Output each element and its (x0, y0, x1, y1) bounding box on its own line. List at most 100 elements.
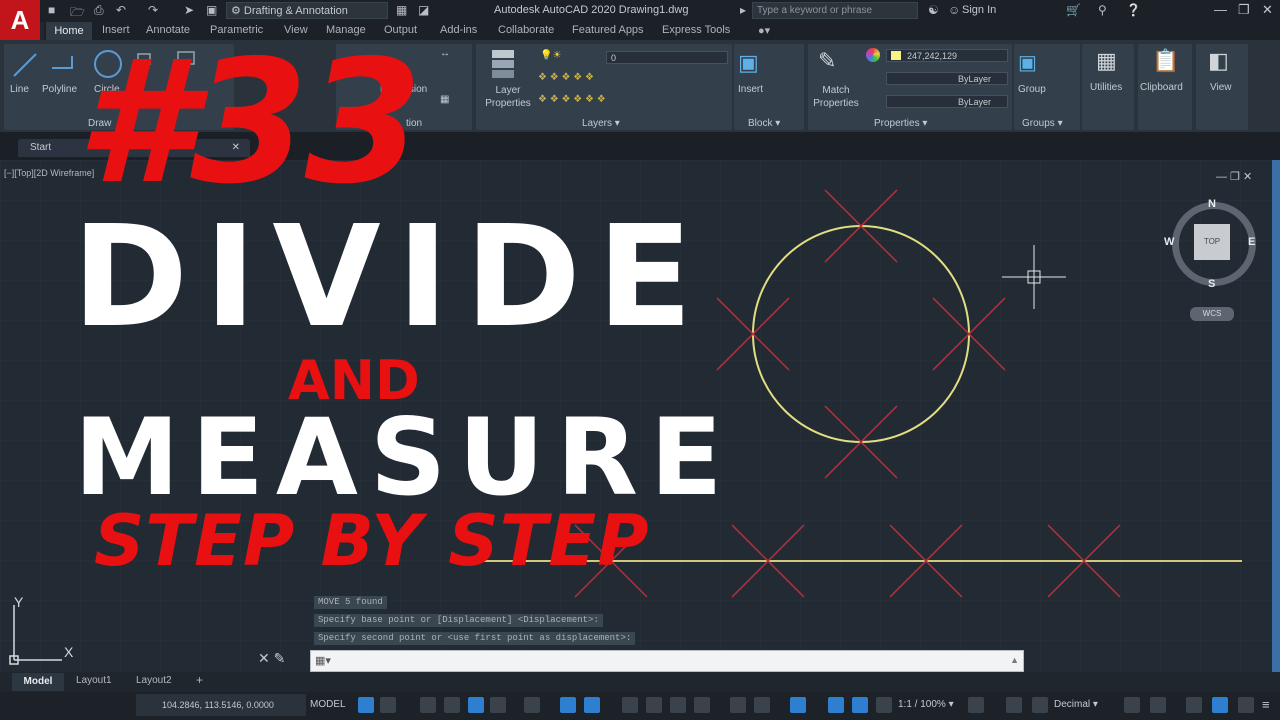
tab-layout2[interactable]: Layout2 (136, 675, 172, 686)
utilities-button[interactable]: Utilities (1090, 82, 1122, 93)
save-icon[interactable]: ▣ (206, 3, 217, 19)
group-button[interactable]: Group (1018, 84, 1046, 95)
model-space-button[interactable]: MODEL (310, 699, 346, 710)
minimize-button[interactable]: — (1214, 2, 1227, 17)
command-line-tools[interactable]: ✕ ✎ (258, 650, 285, 667)
tab-collaborate[interactable]: Collaborate (498, 24, 554, 36)
polyline-tool[interactable]: Polyline (42, 84, 77, 95)
layer-properties-button[interactable]: Layer Properties (484, 84, 532, 110)
calculator-icon[interactable]: ▦ (1096, 48, 1117, 74)
binoculars-icon[interactable]: ☯ (928, 3, 939, 19)
units-dropdown[interactable]: Decimal ▾ (1054, 699, 1098, 710)
graphics-performance-icon[interactable] (1212, 697, 1228, 713)
coordinates-readout[interactable]: 104.2846, 113.5146, 0.0000 (136, 694, 306, 716)
connect-icon[interactable]: ⚲ (1098, 3, 1107, 19)
quick-properties-icon[interactable] (1124, 697, 1140, 713)
wcs-menu[interactable]: WCS (1190, 307, 1234, 321)
auto-scale-icon[interactable] (852, 697, 868, 713)
linear-dim-icon[interactable]: ↔ (440, 48, 450, 59)
redo-icon[interactable]: ↷ (148, 3, 158, 19)
compass-west-label: W (1164, 236, 1175, 248)
table-icon[interactable]: ▦ (440, 94, 449, 105)
properties-panel-label[interactable]: Properties ▾ (874, 118, 927, 129)
units-icon[interactable] (1032, 697, 1048, 713)
new-file-icon[interactable]: ■ (48, 3, 55, 19)
tab-layout1[interactable]: Layout1 (76, 675, 112, 686)
line-tool[interactable]: Line (10, 84, 29, 95)
layer-state-icon[interactable]: ◪ (418, 3, 429, 19)
gizmo-icon[interactable] (790, 697, 806, 713)
selection-filter-icon[interactable] (754, 697, 770, 713)
isolate-objects-icon[interactable] (1186, 697, 1202, 713)
layer-tools-row1-icon[interactable]: ❖ ❖ ❖ ❖ ❖ (538, 72, 594, 83)
open-folder-icon[interactable]: 🗁 (70, 3, 85, 19)
color-wheel-icon[interactable] (866, 48, 880, 62)
search-arrow-icon[interactable]: ▸ (740, 3, 746, 19)
cart-icon[interactable]: 🛒 (1066, 3, 1081, 19)
dynamic-ucs-icon[interactable] (730, 697, 746, 713)
print-icon[interactable]: ⎙ (94, 3, 104, 19)
customization-menu-icon[interactable]: ≡ (1262, 697, 1270, 712)
annotation-monitor-icon[interactable] (1006, 697, 1022, 713)
workspace-dropdown[interactable]: ⚙ Drafting & Annotation (226, 2, 388, 19)
grid-toggle-icon[interactable] (358, 697, 374, 713)
close-button[interactable]: ✕ (1262, 2, 1273, 18)
command-expand-icon[interactable]: ▲ (1010, 655, 1019, 665)
tab-add-ins[interactable]: Add-ins (440, 24, 477, 36)
block-panel-label[interactable]: Block ▾ (748, 118, 780, 129)
object-snap-tracking-icon[interactable] (560, 697, 576, 713)
layer-on-icon[interactable]: 💡☀ (540, 50, 561, 61)
selection-cycling-icon[interactable] (670, 697, 686, 713)
match-properties-button[interactable]: Match Properties (810, 84, 862, 110)
3d-osnap-icon[interactable] (694, 697, 710, 713)
clipboard-icon[interactable]: 📋 (1152, 48, 1179, 74)
lineweight-toggle-icon[interactable] (622, 697, 638, 713)
lock-ui-icon[interactable] (1150, 697, 1166, 713)
layer-properties-icon[interactable] (488, 46, 520, 80)
annotation-scale-dropdown[interactable]: 1:1 / 100% ▾ (898, 699, 954, 710)
add-layout-icon[interactable]: + (196, 673, 203, 687)
help-icon[interactable]: ❔ (1126, 3, 1141, 19)
object-snap-icon[interactable] (584, 697, 600, 713)
clean-screen-icon[interactable] (1238, 697, 1254, 713)
annotation-visibility-icon[interactable] (828, 697, 844, 713)
ortho-toggle-icon[interactable] (468, 697, 484, 713)
search-input[interactable]: Type a keyword or phrase (752, 2, 918, 19)
isodraft-icon[interactable] (524, 697, 540, 713)
calendar-icon[interactable]: ▦ (396, 3, 407, 19)
transparency-icon[interactable] (646, 697, 662, 713)
layers-panel-label[interactable]: Layers ▾ (582, 118, 620, 129)
tab-featured-apps[interactable]: Featured Apps (572, 24, 644, 36)
sign-in-link[interactable]: Sign In (962, 4, 996, 16)
groups-panel-label[interactable]: Groups ▾ (1022, 118, 1063, 129)
ribbon-options-icon[interactable]: ●▾ (758, 24, 770, 37)
tab-express-tools[interactable]: Express Tools (662, 24, 730, 36)
lineweight-dropdown[interactable]: ByLayer (886, 95, 1008, 108)
snap-toggle-icon[interactable] (380, 697, 396, 713)
share-icon[interactable]: ➤ (184, 3, 194, 19)
autocad-logo-icon[interactable]: A (0, 0, 40, 40)
insert-button[interactable]: Insert (738, 84, 763, 95)
viewcube-top-face[interactable]: TOP (1194, 224, 1230, 260)
layer-dropdown[interactable]: 0 (606, 51, 728, 64)
color-dropdown[interactable]: 247,242,129 (886, 49, 1008, 62)
workspace-switch-icon[interactable] (968, 697, 984, 713)
infer-constraints-icon[interactable] (420, 697, 436, 713)
linetype-dropdown[interactable]: ByLayer (886, 72, 1008, 85)
polar-tracking-icon[interactable] (490, 697, 506, 713)
clipboard-button[interactable]: Clipboard (1140, 82, 1183, 93)
insert-block-icon[interactable]: ▣ (738, 50, 759, 76)
view-icon[interactable]: ◧ (1208, 48, 1229, 74)
command-input[interactable]: ▦▾ ▲ (310, 650, 1024, 672)
annotation-scale-icon[interactable] (876, 697, 892, 713)
group-icon[interactable]: ▣ (1018, 50, 1037, 75)
dynamic-input-icon[interactable] (444, 697, 460, 713)
undo-icon[interactable]: ↶ (116, 3, 126, 19)
match-properties-icon[interactable]: ✎ (818, 48, 836, 74)
tab-model[interactable]: Model (12, 673, 64, 691)
title-measure: MEASURE (74, 396, 735, 519)
layer-tools-row2-icon[interactable]: ❖ ❖ ❖ ❖ ❖ ❖ (538, 94, 606, 105)
view-button[interactable]: View (1210, 82, 1232, 93)
restore-button[interactable]: ❐ (1238, 2, 1250, 18)
viewport-window-controls[interactable]: — ❐ ✕ (1216, 170, 1252, 183)
